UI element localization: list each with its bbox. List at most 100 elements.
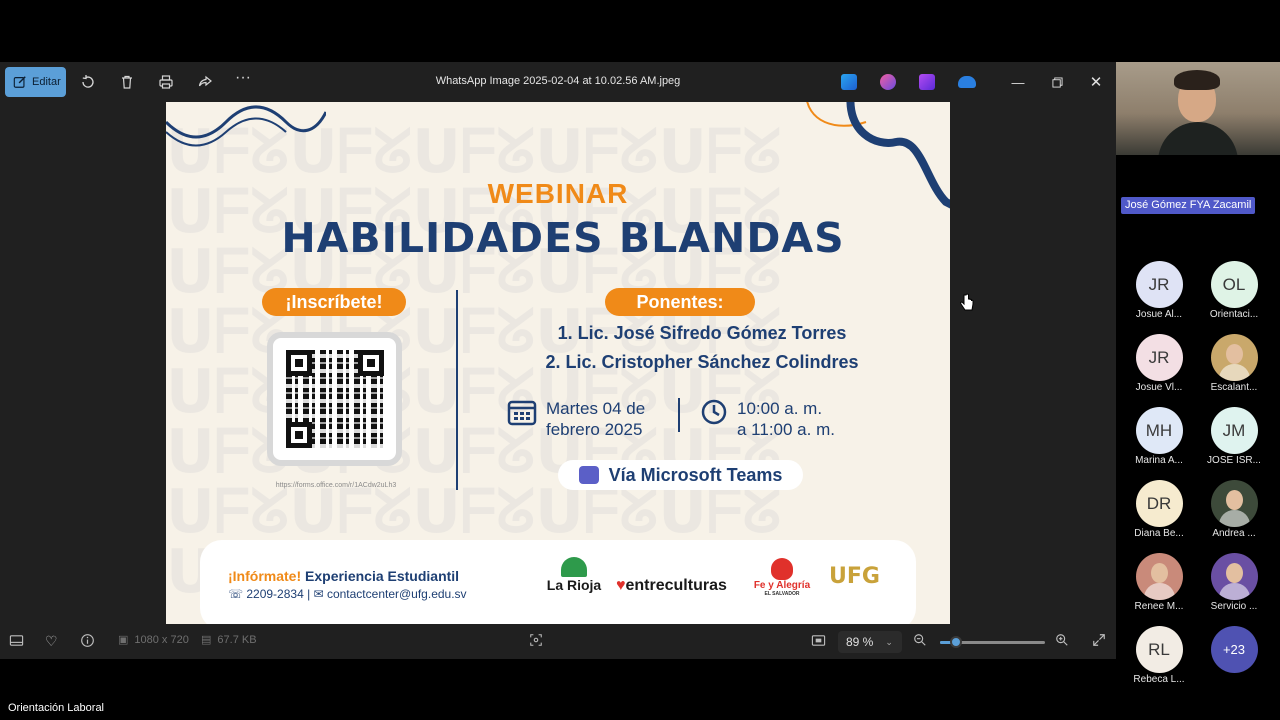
overflow-count: +23 xyxy=(1222,642,1246,657)
participant-name: Escalant... xyxy=(1210,382,1258,393)
screen: Editar ··· WhatsApp Image 2025-02-04 at … xyxy=(0,0,1280,720)
contact-phone: 2209-2834 xyxy=(246,587,304,601)
participant-name: Andrea ... xyxy=(1212,528,1256,539)
copilot-icon[interactable] xyxy=(880,74,896,90)
chevron-down-icon: ⌄ xyxy=(885,636,893,647)
designer-icon[interactable] xyxy=(841,74,857,90)
participant-avatar-initials: RL xyxy=(1135,626,1183,673)
participant-avatar-initials: DR xyxy=(1135,480,1183,527)
la-rioja-emblem xyxy=(561,557,587,577)
date-line-2: febrero 2025 xyxy=(546,420,643,439)
footer-heading: ¡Infórmate! Experiencia Estudiantil xyxy=(228,568,459,584)
info-icon[interactable] xyxy=(80,633,95,648)
image-dimensions: ▣ 1080 x 720 xyxy=(118,633,189,647)
event-time: 10:00 a. m. a 11:00 a. m. xyxy=(737,398,835,440)
zoom-slider-thumb[interactable] xyxy=(949,636,962,648)
more-participants-button[interactable]: +23 xyxy=(1199,626,1269,690)
participant-avatar-initials: MH xyxy=(1135,407,1183,454)
participant-tile[interactable]: Renee M... xyxy=(1124,553,1194,617)
minimize-icon[interactable]: — xyxy=(1008,72,1028,92)
participant-avatar-initials: OL xyxy=(1210,261,1258,308)
speaker-1: 1. Lic. José Sifredo Gómez Torres xyxy=(557,323,847,343)
date-line-1: Martes 04 de xyxy=(546,399,646,418)
time-line-1: 10:00 a. m. xyxy=(737,399,823,418)
participant-tile[interactable]: OL Orientaci... xyxy=(1199,261,1269,325)
date-time-divider xyxy=(678,398,680,432)
participant-tile[interactable]: JR Josue Al... xyxy=(1124,261,1194,325)
participant-avatar-initials: JR xyxy=(1135,261,1183,308)
title-bar: Editar ··· WhatsApp Image 2025-02-04 at … xyxy=(0,62,1116,102)
participant-initials: MH xyxy=(1145,420,1173,440)
more-options-icon[interactable]: ··· xyxy=(233,68,253,88)
event-date: Martes 04 de febrero 2025 xyxy=(546,398,645,440)
qr-code-pattern xyxy=(285,350,384,448)
participant-tile[interactable]: DR Diana Be... xyxy=(1124,480,1194,544)
participant-name: Orientaci... xyxy=(1209,309,1259,320)
edit-icon xyxy=(13,76,26,88)
hand-cursor-icon xyxy=(960,293,974,311)
participant-name: Renee M... xyxy=(1134,601,1184,612)
participant-tile[interactable]: Escalant... xyxy=(1199,334,1269,398)
participant-tile[interactable]: RL Rebeca L... xyxy=(1124,626,1194,690)
participant-avatar-photo xyxy=(1210,334,1258,381)
filmstrip-icon[interactable] xyxy=(9,633,24,648)
time-line-2: a 11:00 a. m. xyxy=(737,420,835,439)
active-speaker-name: José Gómez FYA Zacamil xyxy=(1121,197,1256,214)
zoom-level-dropdown[interactable]: 89 % ⌄ xyxy=(838,631,902,653)
rotate-icon[interactable] xyxy=(78,72,98,92)
overflow-avatar: +23 xyxy=(1210,626,1258,673)
zoom-out-icon[interactable] xyxy=(913,633,927,647)
fit-screen-icon[interactable] xyxy=(529,633,543,647)
participant-tile[interactable]: Andrea ... xyxy=(1199,480,1269,544)
print-icon[interactable] xyxy=(156,72,176,92)
participant-name: Marina A... xyxy=(1135,455,1183,466)
fe-y-alegria-logo-sub: EL SALVADOR xyxy=(764,591,800,597)
participant-name: Josue Al... xyxy=(1135,309,1183,320)
poster-image: ᑌᖴᘜᑌᖴᘜᑌᖴᘜᑌᖴᘜᑌᖴᘜ ᑌᖴᘜᑌᖴᘜᑌᖴᘜᑌᖴᘜᑌᖴᘜ ᑌᖴᘜᑌᖴᘜᑌᖴᘜᑌ… xyxy=(166,102,950,624)
participant-tile[interactable]: JM JOSE ISR... xyxy=(1199,407,1269,471)
photo-viewer-window: Editar ··· WhatsApp Image 2025-02-04 at … xyxy=(0,62,1116,659)
zoom-slider[interactable] xyxy=(940,636,1045,648)
zoom-in-icon[interactable] xyxy=(1055,633,1069,647)
participant-name: Diana Be... xyxy=(1134,528,1184,539)
calendar-icon xyxy=(507,400,537,426)
mail-icon: ✉ xyxy=(313,587,324,601)
platform-label: Vía Microsoft Teams xyxy=(608,464,783,485)
edit-button-label: Editar xyxy=(32,76,61,88)
entreculturas-logo-text: entreculturas xyxy=(625,577,727,594)
qr-code xyxy=(267,332,402,466)
delete-icon[interactable] xyxy=(117,72,137,92)
fe-y-alegria-logo: Fe y Alegría EL SALVADOR xyxy=(752,558,812,597)
participant-tile[interactable]: Servicio ... xyxy=(1199,553,1269,617)
participant-name: JOSE ISR... xyxy=(1207,455,1261,466)
actual-size-icon[interactable] xyxy=(811,633,826,648)
share-icon[interactable] xyxy=(195,72,215,92)
footer-contact: ☏ 2209-2834 | ✉ contactcenter@ufg.edu.sv xyxy=(228,587,467,601)
contact-email: contactcenter@ufg.edu.sv xyxy=(326,587,467,601)
clipchamp-icon[interactable] xyxy=(919,74,935,90)
close-icon[interactable]: ✕ xyxy=(1086,72,1106,92)
heart-icon: ♥ xyxy=(616,577,626,594)
poster-kicker: WEBINAR xyxy=(487,178,629,209)
participant-initials: DR xyxy=(1146,493,1172,513)
onedrive-icon[interactable] xyxy=(958,76,976,88)
decorative-wave-left xyxy=(166,105,326,147)
entreculturas-logo: ♥entreculturas xyxy=(616,577,727,595)
participant-tile[interactable]: JR Josue Vl... xyxy=(1124,334,1194,398)
la-rioja-logo-text: La Rioja xyxy=(546,577,602,593)
fe-y-alegria-emblem xyxy=(771,558,793,580)
microsoft-teams-icon xyxy=(578,466,599,484)
active-speaker-video[interactable] xyxy=(1116,62,1280,155)
participant-tile[interactable]: MH Marina A... xyxy=(1124,407,1194,471)
participant-name: Josue Vl... xyxy=(1135,382,1183,393)
zoom-level-value: 89 % xyxy=(846,635,874,649)
edit-button[interactable]: Editar xyxy=(5,67,66,97)
participant-initials: OL xyxy=(1222,274,1246,294)
fullscreen-icon[interactable] xyxy=(1092,633,1106,647)
clock-icon xyxy=(701,399,727,425)
speaker-2: 2. Lic. Cristopher Sánchez Colindres xyxy=(545,352,859,372)
restore-icon[interactable] xyxy=(1047,72,1067,92)
favorite-icon[interactable]: ♡ xyxy=(45,633,58,650)
participant-initials: JR xyxy=(1148,274,1170,294)
speakers-badge: Ponentes: xyxy=(605,288,755,316)
